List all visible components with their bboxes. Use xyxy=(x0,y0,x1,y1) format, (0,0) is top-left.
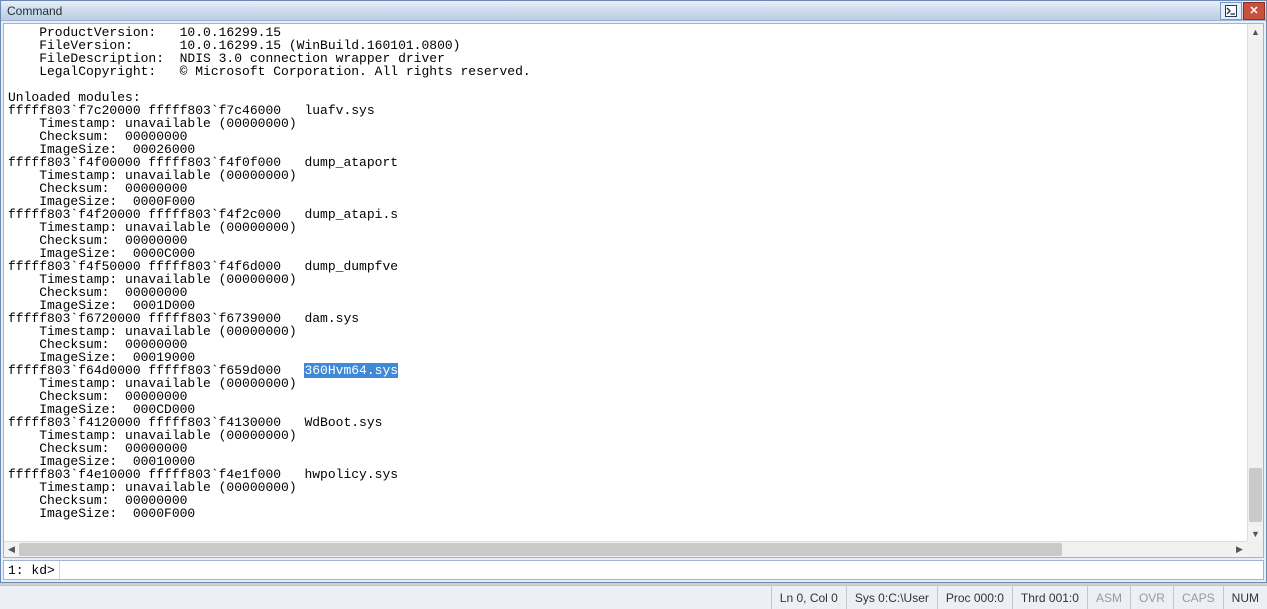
output-text[interactable]: ProductVersion: 10.0.16299.15 FileVersio… xyxy=(4,24,1247,541)
titlebar-console-icon[interactable] xyxy=(1220,2,1242,20)
status-asm: ASM xyxy=(1087,586,1130,609)
scroll-down-arrow-icon[interactable]: ▼ xyxy=(1248,526,1263,541)
close-button[interactable]: ✕ xyxy=(1243,2,1265,20)
prompt-row: 1: kd> xyxy=(3,560,1264,580)
scrollbar-corner xyxy=(1247,541,1263,557)
status-caps: CAPS xyxy=(1173,586,1223,609)
vertical-scroll-track[interactable] xyxy=(1248,39,1263,526)
vertical-scroll-thumb[interactable] xyxy=(1249,468,1262,522)
close-icon: ✕ xyxy=(1249,4,1258,17)
command-window: Command ✕ ProductVersion: 10.0.16299.15 … xyxy=(0,0,1267,583)
vertical-scrollbar[interactable]: ▲ ▼ xyxy=(1247,24,1263,541)
horizontal-scroll-thumb[interactable] xyxy=(19,543,1062,556)
titlebar[interactable]: Command ✕ xyxy=(1,1,1266,21)
status-sys: Sys 0:C:\User xyxy=(846,586,937,609)
output-panel: ProductVersion: 10.0.16299.15 FileVersio… xyxy=(3,23,1264,558)
scroll-up-arrow-icon[interactable]: ▲ xyxy=(1248,24,1263,39)
status-thrd: Thrd 001:0 xyxy=(1012,586,1087,609)
statusbar: Ln 0, Col 0 Sys 0:C:\User Proc 000:0 Thr… xyxy=(0,585,1267,609)
status-ovr: OVR xyxy=(1130,586,1173,609)
command-input[interactable] xyxy=(60,561,1263,579)
scroll-right-arrow-icon[interactable]: ▶ xyxy=(1232,542,1247,557)
console-icon xyxy=(1225,5,1237,17)
highlighted-module-name: 360Hvm64.sys xyxy=(304,363,398,378)
scroll-left-arrow-icon[interactable]: ◀ xyxy=(4,542,19,557)
horizontal-scrollbar[interactable]: ◀ ▶ xyxy=(4,541,1247,557)
content-area: ProductVersion: 10.0.16299.15 FileVersio… xyxy=(1,21,1266,582)
horizontal-scroll-track[interactable] xyxy=(19,542,1232,557)
status-lncol: Ln 0, Col 0 xyxy=(771,586,846,609)
status-num: NUM xyxy=(1223,586,1267,609)
window-title: Command xyxy=(7,4,62,18)
status-proc: Proc 000:0 xyxy=(937,586,1012,609)
prompt-label: 1: kd> xyxy=(4,561,60,579)
